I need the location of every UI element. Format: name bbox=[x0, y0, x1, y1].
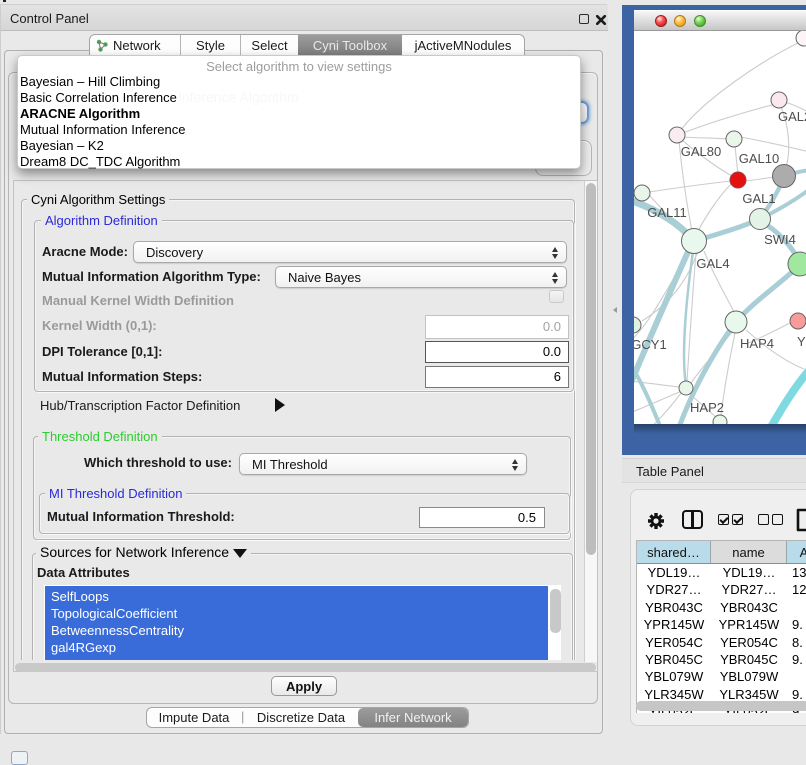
svg-text:GCY1: GCY1 bbox=[634, 337, 667, 352]
svg-text:GAL80: GAL80 bbox=[681, 144, 721, 159]
svg-text:SWI4: SWI4 bbox=[764, 232, 796, 247]
svg-text:GAL11: GAL11 bbox=[647, 205, 687, 220]
svg-text:GAL10: GAL10 bbox=[739, 151, 779, 166]
svg-text:GAL1: GAL1 bbox=[742, 191, 775, 206]
svg-text:HAP2: HAP2 bbox=[690, 400, 724, 415]
svg-text:GAL4: GAL4 bbox=[696, 256, 729, 271]
svg-text:HAP4: HAP4 bbox=[740, 336, 774, 351]
svg-text:GAL2: GAL2 bbox=[778, 109, 806, 124]
svg-text:Y: Y bbox=[797, 334, 806, 349]
